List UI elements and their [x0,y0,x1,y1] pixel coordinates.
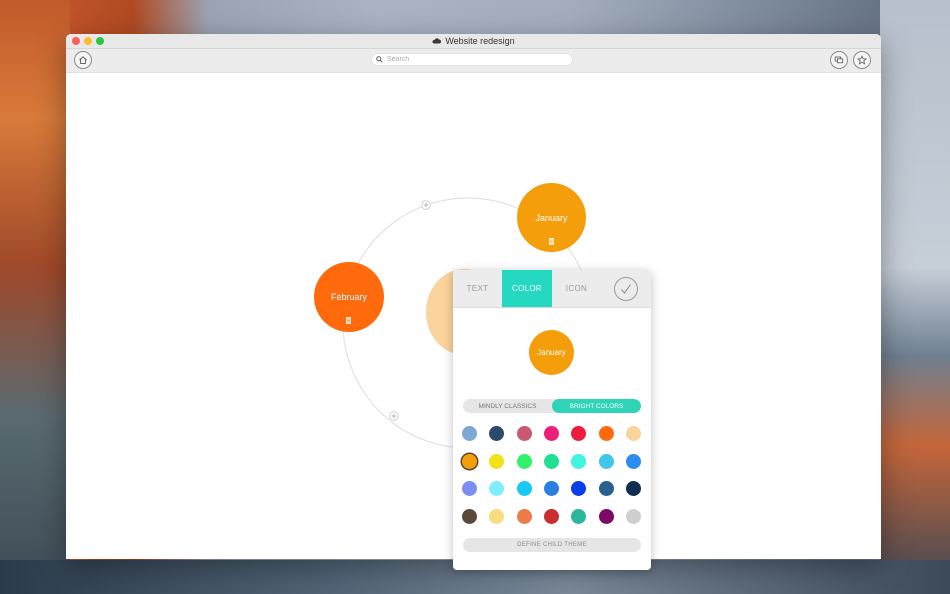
presentation-icon [834,56,844,64]
tab-icon[interactable]: ICON [552,270,601,307]
segment-mindly-classics[interactable]: MINDLY CLASSICS [463,399,552,413]
note-icon [346,317,351,324]
window-title: Website redesign [445,36,515,46]
color-swatch[interactable] [489,508,505,524]
node-february[interactable]: February [314,262,384,332]
window-title-group: Website redesign [432,36,515,46]
color-swatch[interactable] [625,426,641,441]
color-swatch[interactable] [571,481,587,496]
color-swatch[interactable] [625,453,641,469]
minimize-window-button[interactable] [84,37,92,45]
tab-text[interactable]: TEXT [453,270,502,307]
palette-switch: MINDLY CLASSICS BRIGHT COLORS [463,399,641,413]
segment-bright-colors[interactable]: BRIGHT COLORS [552,399,641,413]
color-swatch[interactable] [516,481,532,496]
search-input[interactable] [387,56,567,63]
checkmark-icon [621,284,631,294]
plus-circle-icon [421,200,431,210]
define-child-theme-button[interactable]: DEFINE CHILD THEME [463,538,641,552]
done-button[interactable] [614,277,638,301]
color-swatch[interactable] [489,481,505,496]
color-swatch[interactable] [516,426,532,441]
zoom-window-button[interactable] [96,37,104,45]
color-swatch[interactable] [571,426,587,441]
color-swatch[interactable] [543,508,559,524]
search-field[interactable] [371,53,573,66]
node-label: February [330,292,367,302]
color-swatch[interactable] [462,481,477,496]
star-icon [857,55,867,65]
color-swatch[interactable] [598,481,614,496]
color-swatch[interactable] [462,508,477,524]
close-window-button[interactable] [72,37,80,45]
color-swatch[interactable] [462,453,477,469]
favorite-button[interactable] [853,51,871,69]
color-swatch[interactable] [571,508,587,524]
color-swatch[interactable] [489,453,505,469]
presentation-button[interactable] [830,51,848,69]
search-icon [376,56,383,63]
color-swatch[interactable] [598,453,614,469]
color-swatch[interactable] [598,508,614,524]
home-button[interactable] [74,51,92,69]
add-node-button[interactable] [421,197,431,210]
color-swatch[interactable] [625,481,641,496]
preview-label: January [537,348,566,357]
add-node-button[interactable] [389,408,399,421]
toolbar [66,49,881,73]
color-swatch[interactable] [516,453,532,469]
color-swatch[interactable] [516,508,532,524]
plus-circle-icon [389,411,399,421]
node-january[interactable]: January [517,183,586,252]
node-label: January [535,212,568,223]
style-tabs: TEXT COLOR ICON [453,270,651,308]
cloud-icon [432,38,442,44]
color-swatch[interactable] [489,426,505,441]
color-swatch[interactable] [543,481,559,496]
color-swatch[interactable] [571,453,587,469]
color-swatch[interactable] [543,426,559,441]
tab-color[interactable]: COLOR [502,270,552,307]
home-icon [79,56,87,64]
color-swatch[interactable] [598,426,614,441]
color-swatch[interactable] [543,453,559,469]
note-icon [549,238,554,245]
desktop-background-left [0,0,70,594]
node-style-popover: TEXT COLOR ICON January MINDLY CLASSICS … [453,270,651,570]
color-swatch[interactable] [625,508,641,524]
color-preview-node: January [529,330,574,375]
title-bar[interactable]: Website redesign [66,34,881,49]
desktop-background-right [880,0,950,594]
color-swatch[interactable] [462,426,477,441]
